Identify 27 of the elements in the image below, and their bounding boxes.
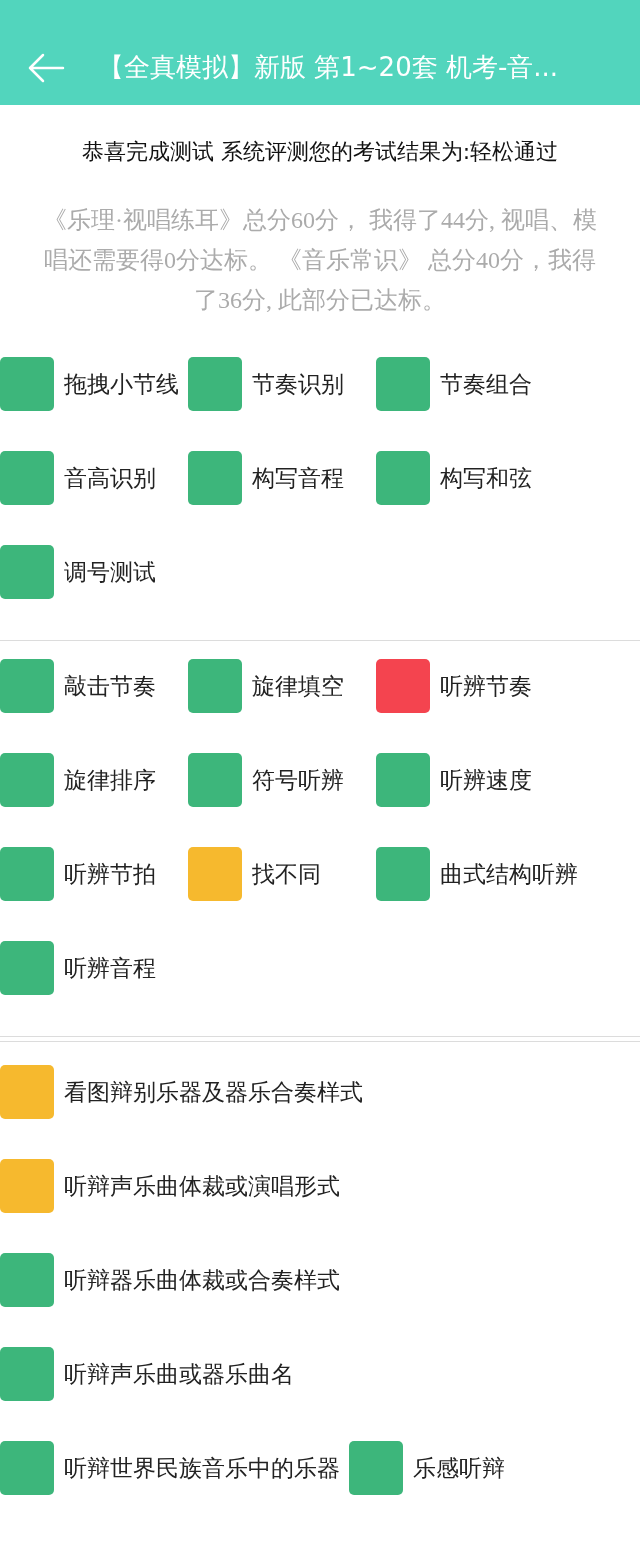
- task-label[interactable]: 节奏组合: [440, 369, 555, 399]
- task-label[interactable]: 旋律排序: [64, 765, 179, 795]
- task-label[interactable]: 找不同: [252, 859, 367, 889]
- task-label[interactable]: 听辩声乐曲体裁或演唱形式: [64, 1171, 340, 1201]
- task-label[interactable]: 听辩声乐曲或器乐曲名: [64, 1359, 294, 1389]
- back-arrow-icon: [27, 51, 65, 84]
- task-label[interactable]: 调号测试: [64, 557, 179, 587]
- task-label[interactable]: 符号听辨: [252, 765, 367, 795]
- task-label[interactable]: 敲击节奏: [64, 671, 179, 701]
- task-label[interactable]: 看图辩别乐器及器乐合奏样式: [64, 1077, 363, 1107]
- result-headline: 恭喜完成测试 系统评测您的考试结果为:轻松通过: [81, 138, 559, 166]
- task-label[interactable]: 乐感听辩: [413, 1453, 528, 1483]
- task-label[interactable]: 听辨节拍: [64, 859, 179, 889]
- task-label[interactable]: 拖拽小节线: [64, 369, 179, 399]
- task-label[interactable]: 构写和弦: [440, 463, 555, 493]
- task-label[interactable]: 旋律填空: [252, 671, 367, 701]
- task-label[interactable]: 听辨速度: [440, 765, 555, 795]
- task-label[interactable]: 听辨节奏: [440, 671, 555, 701]
- task-label[interactable]: 听辩世界民族音乐中的乐器: [64, 1453, 340, 1483]
- score-summary: 《乐理·视唱练耳》总分60分， 我得了44分, 视唱、模 唱还需要得0分达标。 《音乐常识》 总分40分，我得 了36分, 此部分已达标。: [43, 206, 597, 315]
- task-label[interactable]: 构写音程: [252, 463, 367, 493]
- task-label[interactable]: 音高识别: [64, 463, 179, 493]
- task-label[interactable]: 听辩器乐曲体裁或合奏样式: [64, 1265, 340, 1295]
- task-label[interactable]: 曲式结构听辨: [440, 859, 578, 889]
- task-label[interactable]: 节奏识别: [252, 369, 367, 399]
- task-label[interactable]: 听辨音程: [64, 953, 179, 983]
- page-title: 【全真模拟】新版 第1~20套 机考-音...: [98, 51, 559, 84]
